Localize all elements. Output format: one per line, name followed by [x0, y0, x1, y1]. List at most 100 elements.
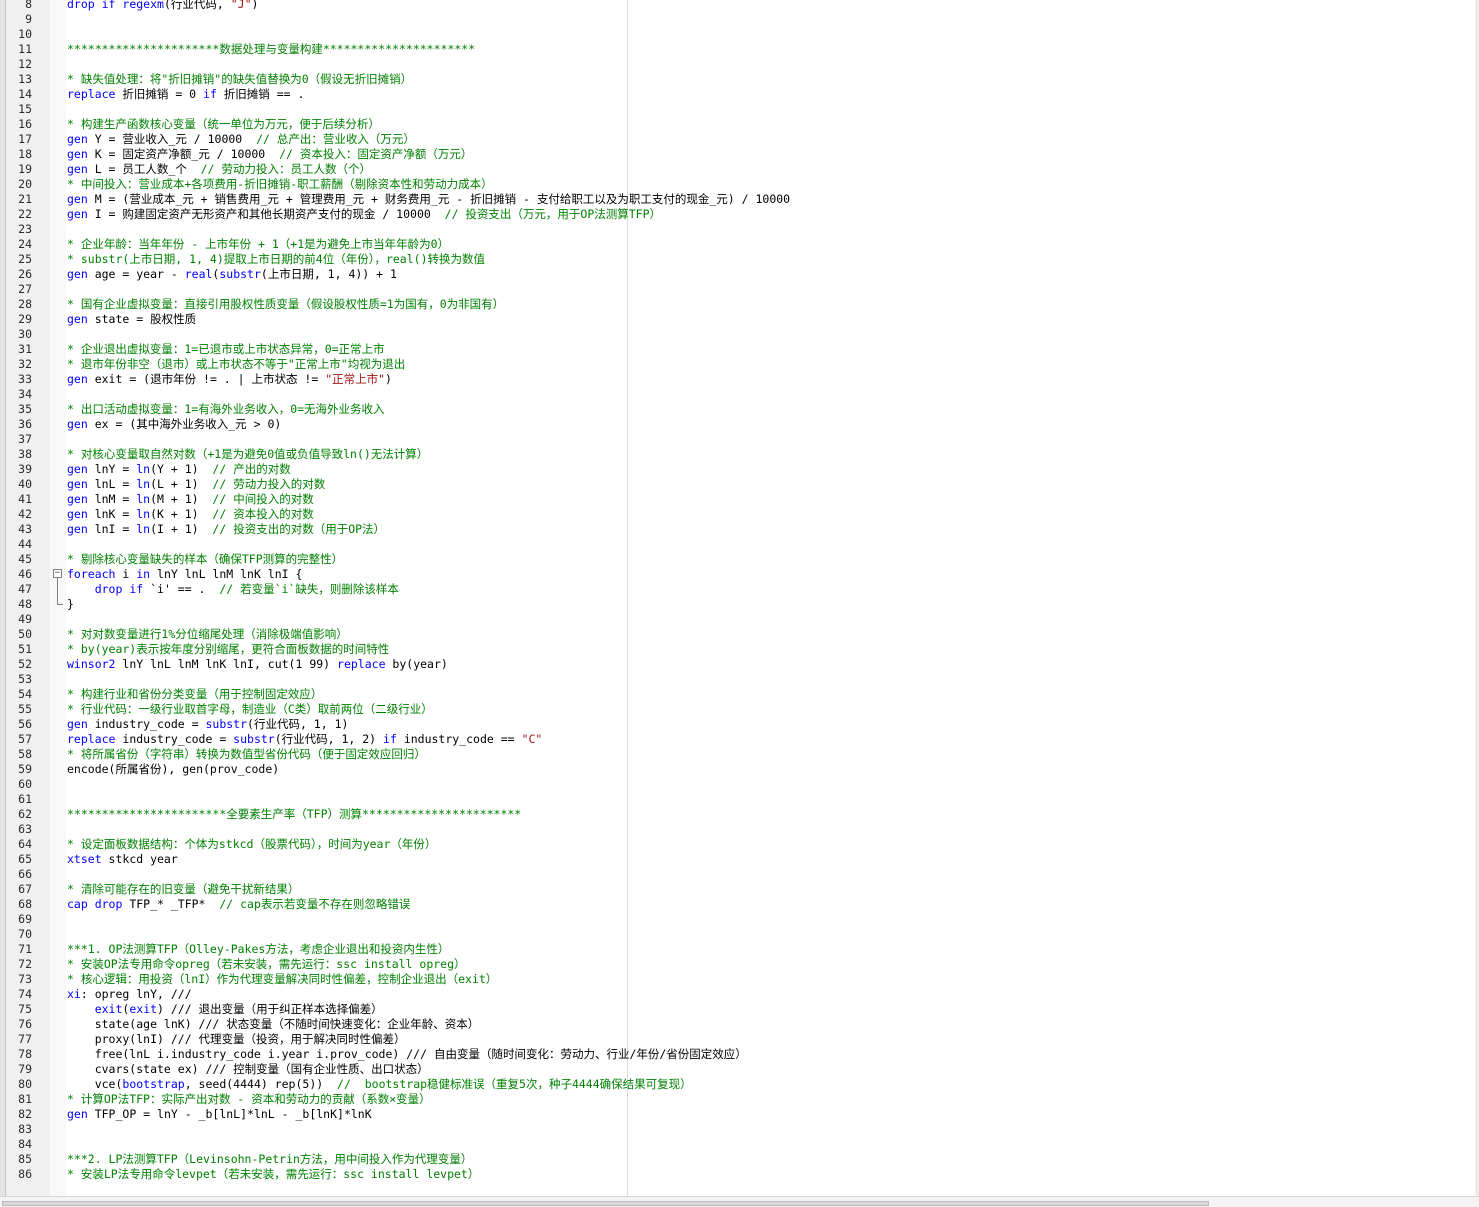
code-line[interactable]: 65 xtset stkcd year [0, 852, 1475, 867]
code-text[interactable]: * 计算OP法TFP：实际产出对数 - 资本和劳动力的贡献（系数×变量） [67, 1092, 431, 1107]
code-line[interactable]: 11 **********************数据处理与变量构建*******… [0, 42, 1475, 57]
code-line[interactable]: 20 * 中间投入：营业成本+各项费用-折旧摊销-职工薪酬（剔除资本性和劳动力成本… [0, 177, 1475, 192]
code-line[interactable]: 38 * 对核心变量取自然对数（+1是为避免0值或负值导致ln()无法计算） [0, 447, 1475, 462]
code-text[interactable]: gen TFP_OP = lnY - _b[lnL]*lnL - _b[lnK]… [67, 1107, 372, 1122]
code-text[interactable]: * 清除可能存在的旧变量（避免干扰新结果） [67, 882, 299, 897]
code-text[interactable]: * 退市年份非空（退市）或上市状态不等于"正常上市"均视为退出 [67, 357, 405, 372]
code-line[interactable]: 75 exit(exit) /// 退出变量（用于纠正样本选择偏差） [0, 1002, 1475, 1017]
code-line[interactable]: 73 * 核心逻辑：用投资（lnI）作为代理变量解决同时性偏差，控制企业退出（ex… [0, 972, 1475, 987]
code-line[interactable]: 10 [0, 27, 1475, 42]
code-line[interactable]: 40 gen lnL = ln(L + 1) // 劳动力投入的对数 [0, 477, 1475, 492]
code-text[interactable]: encode(所属省份), gen(prov_code) [67, 762, 279, 777]
code-text[interactable]: * 企业年龄：当年年份 - 上市年份 + 1（+1是为避免上市当年年龄为0） [67, 237, 449, 252]
code-text[interactable]: gen state = 股权性质 [67, 312, 196, 327]
code-line[interactable]: 48} [0, 597, 1475, 612]
code-line[interactable]: 55 * 行业代码：一级行业取首字母，制造业（C类）取前两位（二级行业） [0, 702, 1475, 717]
code-line[interactable]: 66 [0, 867, 1475, 882]
code-text[interactable]: gen exit = (退市年份 != . | 上市状态 != "正常上市") [67, 372, 392, 387]
code-line[interactable]: 82 gen TFP_OP = lnY - _b[lnL]*lnL - _b[ln… [0, 1107, 1475, 1122]
code-text[interactable]: ***********************全要素生产率（TFP）测算****… [67, 807, 521, 822]
code-text[interactable]: gen lnI = ln(I + 1) // 投资支出的对数（用于OP法） [67, 522, 385, 537]
code-text[interactable]: * 构建行业和省份分类变量（用于控制固定效应） [67, 687, 322, 702]
code-text[interactable]: gen L = 员工人数_个 // 劳动力投入：员工人数（个） [67, 162, 371, 177]
code-line[interactable]: 41 gen lnM = ln(M + 1) // 中间投入的对数 [0, 492, 1475, 507]
code-line[interactable]: 33 gen exit = (退市年份 != . | 上市状态 != "正常上市"… [0, 372, 1475, 387]
code-line[interactable]: 53 [0, 672, 1475, 687]
code-line[interactable]: 14 replace 折旧摊销 = 0 if 折旧摊销 == . [0, 87, 1475, 102]
code-line[interactable]: 84 [0, 1137, 1475, 1152]
code-text[interactable]: gen lnM = ln(M + 1) // 中间投入的对数 [67, 492, 314, 507]
code-text[interactable]: free(lnL i.industry_code i.year i.prov_c… [67, 1047, 747, 1062]
code-text[interactable]: gen Y = 营业收入_元 / 10000 // 总产出：营业收入（万元） [67, 132, 415, 147]
code-line[interactable]: 16 * 构建生产函数核心变量（统一单位为万元，便于后续分析） [0, 117, 1475, 132]
code-text[interactable]: foreach i in lnY lnL lnM lnK lnI { [67, 567, 302, 582]
code-text[interactable]: drop if regexm(行业代码, "J") [67, 0, 258, 12]
code-text[interactable]: xi: opreg lnY, /// [67, 987, 192, 1002]
code-text[interactable]: vce(bootstrap, seed(4444) rep(5)) // boo… [67, 1077, 692, 1092]
code-line[interactable]: 44 [0, 537, 1475, 552]
code-line[interactable]: 18 gen K = 固定资产净额_元 / 10000 // 资本投入：固定资产净… [0, 147, 1475, 162]
code-line[interactable]: 72 * 安装OP法专用命令opreg（若未安装，需先运行：ssc install… [0, 957, 1475, 972]
code-line[interactable]: 27 [0, 282, 1475, 297]
code-text[interactable]: * 构建生产函数核心变量（统一单位为万元，便于后续分析） [67, 117, 380, 132]
code-text[interactable]: * 国有企业虚拟变量：直接引用股权性质变量（假设股权性质=1为国有，0为非国有） [67, 297, 504, 312]
code-line[interactable]: 63 [0, 822, 1475, 837]
code-text[interactable]: gen lnL = ln(L + 1) // 劳动力投入的对数 [67, 477, 325, 492]
code-line[interactable]: 17 gen Y = 营业收入_元 / 10000 // 总产出：营业收入（万元） [0, 132, 1475, 147]
code-text[interactable]: exit(exit) /// 退出变量（用于纠正样本选择偏差） [67, 1002, 383, 1017]
code-line[interactable]: 9 [0, 12, 1475, 27]
code-text[interactable]: * 安装LP法专用命令levpet（若未安装，需先运行：ssc install … [67, 1167, 479, 1182]
code-line[interactable]: 46 − foreach i in lnY lnL lnM lnK lnI { [0, 567, 1475, 582]
code-text[interactable]: replace industry_code = substr(行业代码, 1, … [67, 732, 542, 747]
code-text[interactable]: cap drop TFP_* _TFP* // cap表示若变量不存在则忽略错误 [67, 897, 410, 912]
code-line[interactable]: 37 [0, 432, 1475, 447]
code-text[interactable]: ***1. OP法测算TFP（Olley-Pakes方法，考虑企业退出和投资内生… [67, 942, 449, 957]
code-text[interactable]: * 行业代码：一级行业取首字母，制造业（C类）取前两位（二级行业） [67, 702, 433, 717]
code-text[interactable]: * 安装OP法专用命令opreg（若未安装，需先运行：ssc install o… [67, 957, 466, 972]
code-line[interactable]: 50 * 对对数变量进行1%分位缩尾处理（消除极端值影响） [0, 627, 1475, 642]
code-line[interactable]: 24 * 企业年龄：当年年份 - 上市年份 + 1（+1是为避免上市当年年龄为0） [0, 237, 1475, 252]
horizontal-scrollbar[interactable] [2, 1201, 1209, 1206]
code-line[interactable]: 64 * 设定面板数据结构：个体为stkcd（股票代码），时间为year（年份） [0, 837, 1475, 852]
code-text[interactable]: * 核心逻辑：用投资（lnI）作为代理变量解决同时性偏差，控制企业退出（exit… [67, 972, 497, 987]
code-text[interactable]: winsor2 lnY lnL lnM lnK lnI, cut(1 99) r… [67, 657, 448, 672]
code-line[interactable]: 45 * 剔除核心变量缺失的样本（确保TFP测算的完整性） [0, 552, 1475, 567]
code-line[interactable]: 8 drop if regexm(行业代码, "J") [0, 0, 1475, 12]
code-text[interactable]: * 设定面板数据结构：个体为stkcd（股票代码），时间为year（年份） [67, 837, 436, 852]
code-line[interactable]: 31 * 企业退出虚拟变量：1=已退市或上市状态异常，0=正常上市 [0, 342, 1475, 357]
code-line[interactable]: 49 [0, 612, 1475, 627]
code-line[interactable]: 60 [0, 777, 1475, 792]
code-line[interactable]: 77 proxy(lnI) /// 代理变量（投资，用于解决同时性偏差） [0, 1032, 1475, 1047]
code-line[interactable]: 19 gen L = 员工人数_个 // 劳动力投入：员工人数（个） [0, 162, 1475, 177]
vertical-scrollbar[interactable] [1475, 0, 1479, 1196]
code-line[interactable]: 86 * 安装LP法专用命令levpet（若未安装，需先运行：ssc instal… [0, 1167, 1475, 1182]
code-line[interactable]: 57 replace industry_code = substr(行业代码, 1… [0, 732, 1475, 747]
code-text[interactable]: ***2. LP法测算TFP（Levinsohn-Petrin方法，用中间投入作… [67, 1152, 472, 1167]
code-text[interactable]: gen ex = (其中海外业务收入_元 > 0) [67, 417, 281, 432]
code-text[interactable]: * 剔除核心变量缺失的样本（确保TFP测算的完整性） [67, 552, 343, 567]
code-line[interactable]: 52 winsor2 lnY lnL lnM lnK lnI, cut(1 99)… [0, 657, 1475, 672]
code-line[interactable]: 78 free(lnL i.industry_code i.year i.pro… [0, 1047, 1475, 1062]
code-line[interactable]: 34 [0, 387, 1475, 402]
code-line[interactable]: 36 gen ex = (其中海外业务收入_元 > 0) [0, 417, 1475, 432]
code-line[interactable]: 32 * 退市年份非空（退市）或上市状态不等于"正常上市"均视为退出 [0, 357, 1475, 372]
code-line[interactable]: 74 xi: opreg lnY, /// [0, 987, 1475, 1002]
code-lines[interactable]: 8 drop if regexm(行业代码, "J") 9 10 11 *********… [0, 0, 1475, 1182]
code-line[interactable]: 69 [0, 912, 1475, 927]
code-text[interactable]: * 对对数变量进行1%分位缩尾处理（消除极端值影响） [67, 627, 348, 642]
code-text[interactable]: gen lnK = ln(K + 1) // 资本投入的对数 [67, 507, 314, 522]
code-text[interactable]: xtset stkcd year [67, 852, 178, 867]
code-line[interactable]: 67 * 清除可能存在的旧变量（避免干扰新结果） [0, 882, 1475, 897]
code-line[interactable]: 23 [0, 222, 1475, 237]
code-text[interactable]: **********************数据处理与变量构建*********… [67, 42, 475, 57]
code-line[interactable]: 59 encode(所属省份), gen(prov_code) [0, 762, 1475, 777]
code-text[interactable]: * substr(上市日期, 1, 4)提取上市日期的前4位（年份），real(… [67, 252, 485, 267]
code-text[interactable]: * by(year)表示按年度分别缩尾，更符合面板数据的时间特性 [67, 642, 389, 657]
code-line[interactable]: 68 cap drop TFP_* _TFP* // cap表示若变量不存在则忽略… [0, 897, 1475, 912]
code-line[interactable]: 79 cvars(state ex) /// 控制变量（国有企业性质、出口状态） [0, 1062, 1475, 1077]
code-text[interactable]: drop if `i' == . // 若变量`i`缺失，则删除该样本 [67, 582, 399, 597]
code-line[interactable]: 76 state(age lnK) /// 状态变量（不随时间快速变化：企业年龄… [0, 1017, 1475, 1032]
code-text[interactable]: state(age lnK) /// 状态变量（不随时间快速变化：企业年龄、资本… [67, 1017, 480, 1032]
code-line[interactable]: 26 gen age = year - real(substr(上市日期, 1, … [0, 267, 1475, 282]
code-line[interactable]: 35 * 出口活动虚拟变量：1=有海外业务收入，0=无海外业务收入 [0, 402, 1475, 417]
